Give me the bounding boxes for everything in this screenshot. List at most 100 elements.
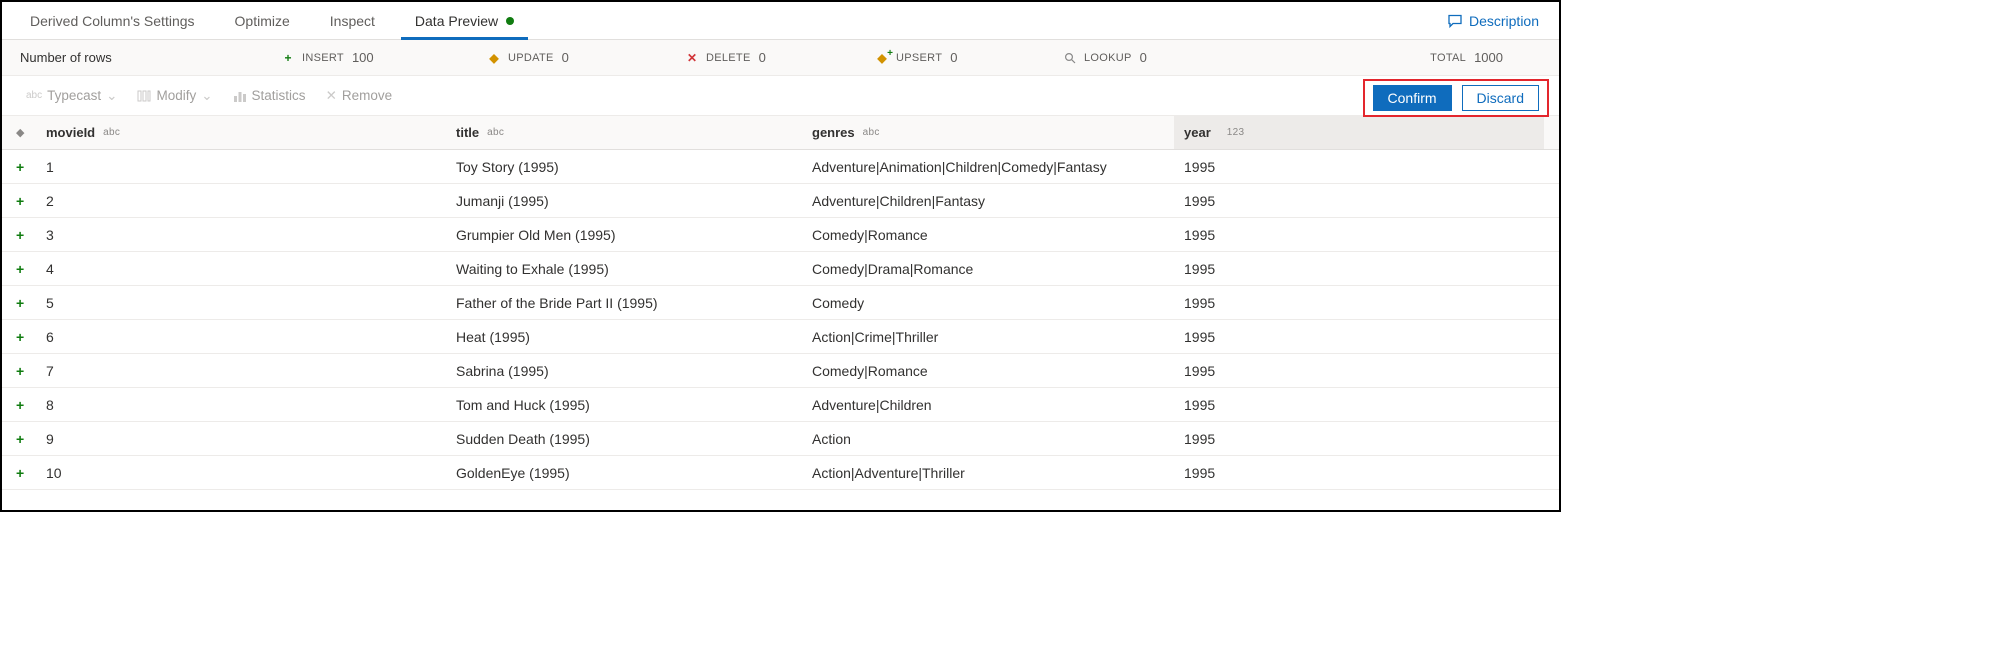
cell-year: 1995: [1174, 431, 1544, 447]
cell-title: Toy Story (1995): [456, 159, 812, 175]
table-row[interactable]: +4Waiting to Exhale (1995)Comedy|Drama|R…: [2, 252, 1559, 286]
description-link[interactable]: Description: [1435, 13, 1551, 29]
description-label: Description: [1469, 13, 1539, 29]
plus-icon: +: [282, 52, 294, 64]
col-genres[interactable]: genres abc: [812, 125, 1174, 140]
stat-value: 100: [352, 50, 374, 65]
cell-movieid: 10: [46, 465, 102, 481]
column-type: abc: [487, 127, 504, 138]
stat-insert: + Insert 100: [282, 50, 488, 65]
cell-genres: Comedy|Romance: [812, 363, 1174, 379]
tab-derived-column-settings[interactable]: Derived Column's Settings: [10, 2, 215, 39]
row-insert-icon[interactable]: +: [2, 193, 46, 209]
cell-movieid: 3: [46, 227, 102, 243]
cell-genres: Comedy|Romance: [812, 227, 1174, 243]
stat-total: Total 1000: [1430, 50, 1541, 65]
cell-genres: Adventure|Children: [812, 397, 1174, 413]
tab-label: Derived Column's Settings: [30, 13, 195, 29]
col-title[interactable]: title abc: [456, 125, 812, 140]
tool-label: Typecast: [47, 88, 101, 103]
tab-label: Data Preview: [415, 13, 498, 29]
table-row[interactable]: +1Toy Story (1995)Adventure|Animation|Ch…: [2, 150, 1559, 184]
cell-year: 1995: [1174, 397, 1544, 413]
cell-genres: Comedy: [812, 295, 1174, 311]
modify-menu[interactable]: Modify ⌄: [127, 76, 222, 115]
cell-year: 1995: [1174, 465, 1544, 481]
grid-header: ◆ movieId abc title abc genres abc year …: [2, 116, 1559, 150]
cell-movieid: 8: [46, 397, 102, 413]
confirm-discard-group: Confirm Discard: [1363, 79, 1549, 117]
button-label: Discard: [1477, 90, 1524, 106]
row-stats-bar: Number of rows + Insert 100 ◆ Update 0 ✕…: [2, 40, 1559, 76]
column-name: genres: [812, 125, 855, 140]
tab-label: Inspect: [330, 13, 375, 29]
table-row[interactable]: +7 Sabrina (1995)Comedy|Romance1995: [2, 354, 1559, 388]
stat-delete: ✕ Delete 0: [686, 50, 876, 65]
tab-label: Optimize: [235, 13, 290, 29]
cell-movieid: 1: [46, 159, 102, 175]
table-row[interactable]: +5Father of the Bride Part II (1995)Come…: [2, 286, 1559, 320]
stat-value: 0: [759, 50, 766, 65]
cell-movieid: 2: [46, 193, 102, 209]
cell-title: Heat (1995): [456, 329, 812, 345]
table-row[interactable]: +10GoldenEye (1995)Action|Adventure|Thri…: [2, 456, 1559, 490]
row-insert-icon[interactable]: +: [2, 159, 46, 175]
cell-title: Father of the Bride Part II (1995): [456, 295, 812, 311]
cell-year: 1995: [1174, 363, 1544, 379]
stat-value: 0: [950, 50, 957, 65]
tab-optimize[interactable]: Optimize: [215, 2, 310, 39]
sort-toggle[interactable]: ◆: [2, 126, 46, 139]
tab-inspect[interactable]: Inspect: [310, 2, 395, 39]
cell-title: Grumpier Old Men (1995): [456, 227, 812, 243]
table-row[interactable]: +6Heat (1995)Action|Crime|Thriller1995: [2, 320, 1559, 354]
stat-value: 0: [1140, 50, 1147, 65]
tool-label: Remove: [342, 88, 392, 103]
cell-year: 1995: [1174, 159, 1544, 175]
cell-title: Sudden Death (1995): [456, 431, 812, 447]
cell-year: 1995: [1174, 227, 1544, 243]
column-name: movieId: [46, 125, 95, 140]
chevron-down-icon: ⌄: [106, 88, 117, 104]
column-type: 123: [1227, 127, 1245, 138]
button-label: Confirm: [1388, 90, 1437, 106]
row-insert-icon[interactable]: +: [2, 261, 46, 277]
row-insert-icon[interactable]: +: [2, 329, 46, 345]
confirm-button[interactable]: Confirm: [1373, 85, 1452, 111]
row-insert-icon[interactable]: +: [2, 465, 46, 481]
table-row[interactable]: +2Jumanji (1995)Adventure|Children|Fanta…: [2, 184, 1559, 218]
stat-upsert: ◆+ Upsert 0: [876, 50, 1064, 65]
columns-icon: [137, 89, 151, 103]
cell-genres: Comedy|Drama|Romance: [812, 261, 1174, 277]
data-toolbar: abc Typecast ⌄ Modify ⌄ Statistics ✕ Rem…: [2, 76, 1559, 116]
cell-genres: Action|Adventure|Thriller: [812, 465, 1174, 481]
stat-key: Insert: [302, 52, 344, 64]
remove-button[interactable]: ✕ Remove: [316, 76, 403, 115]
table-row[interactable]: +9Sudden Death (1995)Action1995: [2, 422, 1559, 456]
cell-year: 1995: [1174, 329, 1544, 345]
cell-genres: Adventure|Children|Fantasy: [812, 193, 1174, 209]
cell-title: Waiting to Exhale (1995): [456, 261, 812, 277]
cell-title: Sabrina (1995): [456, 363, 812, 379]
tab-data-preview[interactable]: Data Preview: [395, 2, 534, 39]
abc-icon: abc: [26, 90, 42, 101]
statistics-button[interactable]: Statistics: [223, 76, 316, 115]
row-insert-icon[interactable]: +: [2, 397, 46, 413]
stat-lookup: Lookup 0: [1064, 50, 1244, 65]
col-year[interactable]: year 123: [1174, 116, 1544, 149]
cell-year: 1995: [1174, 295, 1544, 311]
discard-button[interactable]: Discard: [1462, 85, 1539, 111]
row-insert-icon[interactable]: +: [2, 363, 46, 379]
cell-movieid: 6: [46, 329, 102, 345]
cell-year: 1995: [1174, 193, 1544, 209]
stat-value: 0: [562, 50, 569, 65]
row-insert-icon[interactable]: +: [2, 431, 46, 447]
table-row[interactable]: +3 Grumpier Old Men (1995)Comedy|Romance1…: [2, 218, 1559, 252]
cell-movieid: 7: [46, 363, 102, 379]
col-movieid[interactable]: movieId abc: [46, 125, 456, 140]
tabs-bar: Derived Column's Settings Optimize Inspe…: [2, 2, 1559, 40]
table-row[interactable]: +8Tom and Huck (1995)Adventure|Children1…: [2, 388, 1559, 422]
typecast-menu[interactable]: abc Typecast ⌄: [16, 76, 127, 115]
stat-key: Lookup: [1084, 52, 1132, 64]
row-insert-icon[interactable]: +: [2, 227, 46, 243]
row-insert-icon[interactable]: +: [2, 295, 46, 311]
